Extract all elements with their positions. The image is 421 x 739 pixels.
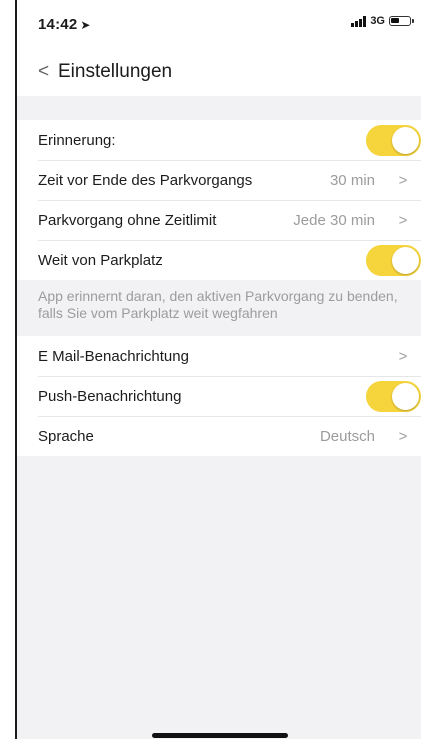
toggle-knob: [392, 246, 419, 274]
time-before-end-label: Zeit vor Ende des Parkvorgangs: [38, 171, 253, 189]
no-time-limit-row[interactable]: Parkvorgang ohne Zeitlimit Jede 30 min >: [17, 200, 421, 240]
status-bar: 14:42 ➤ 3G: [17, 0, 421, 44]
chevron-right-icon: >: [398, 171, 408, 189]
notification-settings-group: E Mail-Benachrichtung > Push-Benachricht…: [17, 336, 421, 456]
push-notification-label: Push-Benachrichtung: [38, 387, 182, 405]
status-time: 14:42 ➤: [38, 16, 91, 33]
app-screen: 14:42 ➤ 3G < Einstellungen Erinnerung: Ze…: [15, 0, 421, 739]
status-indicators: 3G: [351, 15, 414, 27]
signal-bars-icon: [351, 15, 367, 27]
far-from-parking-label: Weit von Parkplatz: [38, 251, 163, 269]
page-title: Einstellungen: [58, 61, 173, 82]
clock-text: 14:42: [38, 16, 78, 33]
email-notification-row[interactable]: E Mail-Benachrichtung >: [17, 336, 421, 376]
battery-icon: [389, 16, 414, 26]
chevron-right-icon: >: [398, 427, 408, 445]
push-notification-toggle[interactable]: [366, 380, 421, 412]
email-notification-label: E Mail-Benachrichtung: [38, 347, 189, 365]
language-value: Deutsch: [319, 427, 375, 445]
location-arrow-icon: ➤: [80, 18, 91, 32]
no-time-limit-label: Parkvorgang ohne Zeitlimit: [38, 211, 217, 229]
network-type: 3G: [370, 15, 385, 27]
time-before-end-value: 30 min: [329, 171, 375, 189]
home-indicator[interactable]: [152, 733, 288, 738]
navigation-bar: < Einstellungen: [17, 52, 421, 92]
time-before-end-row[interactable]: Zeit vor Ende des Parkvorgangs 30 min >: [17, 160, 421, 200]
push-notification-row: Push-Benachrichtung: [17, 376, 421, 416]
far-from-parking-row: Weit von Parkplatz: [17, 240, 421, 280]
reminder-toggle[interactable]: [366, 124, 421, 156]
toggle-knob: [392, 126, 419, 154]
chevron-left-icon[interactable]: <: [38, 61, 52, 83]
no-time-limit-value: Jede 30 min: [293, 211, 375, 229]
far-from-parking-info: App erinnernt daran, den aktiven Parkvor…: [38, 288, 398, 321]
far-from-parking-toggle[interactable]: [366, 244, 421, 276]
reminder-label: Erinnerung:: [38, 131, 116, 149]
language-row[interactable]: Sprache Deutsch >: [17, 416, 421, 456]
reminder-row: Erinnerung:: [17, 120, 421, 160]
chevron-right-icon: >: [398, 347, 408, 365]
language-label: Sprache: [38, 427, 94, 445]
reminder-settings-group: Erinnerung: Zeit vor Ende des Parkvorgan…: [17, 120, 421, 280]
toggle-knob: [392, 382, 419, 410]
chevron-right-icon: >: [398, 211, 408, 229]
